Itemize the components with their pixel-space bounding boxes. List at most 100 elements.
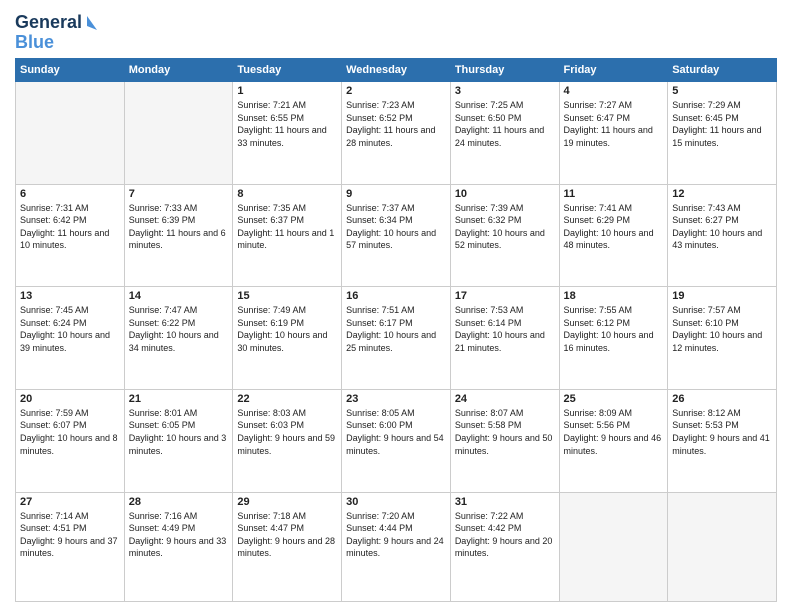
cell-info: Sunrise: 7:45 AM Sunset: 6:24 PM Dayligh…	[20, 304, 120, 354]
cell-info: Sunrise: 8:03 AM Sunset: 6:03 PM Dayligh…	[237, 407, 337, 457]
calendar-cell: 17 Sunrise: 7:53 AM Sunset: 6:14 PM Dayli…	[450, 287, 559, 390]
calendar-cell: 29 Sunrise: 7:18 AM Sunset: 4:47 PM Dayli…	[233, 492, 342, 602]
calendar-table: SundayMondayTuesdayWednesdayThursdayFrid…	[15, 58, 777, 602]
calendar-week-5: 27 Sunrise: 7:14 AM Sunset: 4:51 PM Dayli…	[16, 492, 777, 602]
cell-info: Sunrise: 7:49 AM Sunset: 6:19 PM Dayligh…	[237, 304, 337, 354]
day-number: 11	[564, 188, 664, 200]
calendar-cell: 10 Sunrise: 7:39 AM Sunset: 6:32 PM Dayli…	[450, 184, 559, 287]
day-number: 25	[564, 393, 664, 405]
cell-info: Sunrise: 7:39 AM Sunset: 6:32 PM Dayligh…	[455, 202, 555, 252]
day-number: 1	[237, 85, 337, 97]
day-number: 22	[237, 393, 337, 405]
day-number: 13	[20, 290, 120, 302]
calendar-cell: 18 Sunrise: 7:55 AM Sunset: 6:12 PM Dayli…	[559, 287, 668, 390]
day-number: 29	[237, 496, 337, 508]
calendar-cell: 22 Sunrise: 8:03 AM Sunset: 6:03 PM Dayli…	[233, 389, 342, 492]
cell-info: Sunrise: 7:14 AM Sunset: 4:51 PM Dayligh…	[20, 510, 120, 560]
day-number: 6	[20, 188, 120, 200]
cell-info: Sunrise: 7:27 AM Sunset: 6:47 PM Dayligh…	[564, 99, 664, 149]
day-number: 24	[455, 393, 555, 405]
cell-info: Sunrise: 8:09 AM Sunset: 5:56 PM Dayligh…	[564, 407, 664, 457]
cell-info: Sunrise: 8:01 AM Sunset: 6:05 PM Dayligh…	[129, 407, 229, 457]
cell-info: Sunrise: 7:43 AM Sunset: 6:27 PM Dayligh…	[672, 202, 772, 252]
calendar-week-3: 13 Sunrise: 7:45 AM Sunset: 6:24 PM Dayli…	[16, 287, 777, 390]
calendar-cell: 6 Sunrise: 7:31 AM Sunset: 6:42 PM Daylig…	[16, 184, 125, 287]
day-number: 18	[564, 290, 664, 302]
day-number: 27	[20, 496, 120, 508]
cell-info: Sunrise: 7:18 AM Sunset: 4:47 PM Dayligh…	[237, 510, 337, 560]
cell-info: Sunrise: 7:47 AM Sunset: 6:22 PM Dayligh…	[129, 304, 229, 354]
cell-info: Sunrise: 7:33 AM Sunset: 6:39 PM Dayligh…	[129, 202, 229, 252]
cell-info: Sunrise: 7:31 AM Sunset: 6:42 PM Dayligh…	[20, 202, 120, 252]
cell-info: Sunrise: 7:22 AM Sunset: 4:42 PM Dayligh…	[455, 510, 555, 560]
day-number: 17	[455, 290, 555, 302]
calendar-cell: 23 Sunrise: 8:05 AM Sunset: 6:00 PM Dayli…	[342, 389, 451, 492]
calendar-cell: 20Sunrise: 7:59 AM Sunset: 6:07 PM Dayli…	[16, 389, 125, 492]
day-number: 7	[129, 188, 229, 200]
cell-info: Sunrise: 7:23 AM Sunset: 6:52 PM Dayligh…	[346, 99, 446, 149]
day-number: 20	[20, 393, 120, 405]
weekday-header-saturday: Saturday	[668, 59, 777, 82]
weekday-header-monday: Monday	[124, 59, 233, 82]
cell-info: Sunrise: 8:07 AM Sunset: 5:58 PM Dayligh…	[455, 407, 555, 457]
cell-info: Sunrise: 8:05 AM Sunset: 6:00 PM Dayligh…	[346, 407, 446, 457]
calendar-cell: 24 Sunrise: 8:07 AM Sunset: 5:58 PM Dayli…	[450, 389, 559, 492]
cell-info: Sunrise: 7:25 AM Sunset: 6:50 PM Dayligh…	[455, 99, 555, 149]
calendar-cell: 2Sunrise: 7:23 AM Sunset: 6:52 PM Daylig…	[342, 82, 451, 185]
calendar-cell	[668, 492, 777, 602]
calendar-cell: 26Sunrise: 8:12 AM Sunset: 5:53 PM Dayli…	[668, 389, 777, 492]
cell-info: Sunrise: 7:57 AM Sunset: 6:10 PM Dayligh…	[672, 304, 772, 354]
day-number: 21	[129, 393, 229, 405]
cell-info: Sunrise: 7:21 AM Sunset: 6:55 PM Dayligh…	[237, 99, 337, 149]
calendar-cell: 27 Sunrise: 7:14 AM Sunset: 4:51 PM Dayli…	[16, 492, 125, 602]
calendar-cell: 21 Sunrise: 8:01 AM Sunset: 6:05 PM Dayli…	[124, 389, 233, 492]
calendar-week-4: 20Sunrise: 7:59 AM Sunset: 6:07 PM Dayli…	[16, 389, 777, 492]
cell-info: Sunrise: 7:51 AM Sunset: 6:17 PM Dayligh…	[346, 304, 446, 354]
calendar-cell	[16, 82, 125, 185]
weekday-header-sunday: Sunday	[16, 59, 125, 82]
day-number: 23	[346, 393, 446, 405]
day-number: 10	[455, 188, 555, 200]
calendar-cell: 7 Sunrise: 7:33 AM Sunset: 6:39 PM Daylig…	[124, 184, 233, 287]
cell-info: Sunrise: 7:16 AM Sunset: 4:49 PM Dayligh…	[129, 510, 229, 560]
svg-text:General: General	[15, 12, 82, 32]
calendar-cell: 14Sunrise: 7:47 AM Sunset: 6:22 PM Dayli…	[124, 287, 233, 390]
cell-info: Sunrise: 7:29 AM Sunset: 6:45 PM Dayligh…	[672, 99, 772, 149]
calendar-cell: 16 Sunrise: 7:51 AM Sunset: 6:17 PM Dayli…	[342, 287, 451, 390]
cell-info: Sunrise: 7:53 AM Sunset: 6:14 PM Dayligh…	[455, 304, 555, 354]
weekday-header-wednesday: Wednesday	[342, 59, 451, 82]
day-number: 31	[455, 496, 555, 508]
weekday-header-row: SundayMondayTuesdayWednesdayThursdayFrid…	[16, 59, 777, 82]
calendar-cell: 19 Sunrise: 7:57 AM Sunset: 6:10 PM Dayli…	[668, 287, 777, 390]
day-number: 28	[129, 496, 229, 508]
calendar-cell: 3 Sunrise: 7:25 AM Sunset: 6:50 PM Daylig…	[450, 82, 559, 185]
calendar-cell: 28 Sunrise: 7:16 AM Sunset: 4:49 PM Dayli…	[124, 492, 233, 602]
cell-info: Sunrise: 7:20 AM Sunset: 4:44 PM Dayligh…	[346, 510, 446, 560]
calendar-week-1: 1 Sunrise: 7:21 AM Sunset: 6:55 PM Daylig…	[16, 82, 777, 185]
logo: GeneralBlue	[15, 10, 105, 52]
svg-text:Blue: Blue	[15, 32, 54, 52]
cell-info: Sunrise: 7:55 AM Sunset: 6:12 PM Dayligh…	[564, 304, 664, 354]
calendar-week-2: 6 Sunrise: 7:31 AM Sunset: 6:42 PM Daylig…	[16, 184, 777, 287]
weekday-header-thursday: Thursday	[450, 59, 559, 82]
day-number: 16	[346, 290, 446, 302]
calendar-page: GeneralBlue SundayMondayTuesdayWednesday…	[0, 0, 792, 612]
weekday-header-tuesday: Tuesday	[233, 59, 342, 82]
cell-info: Sunrise: 7:35 AM Sunset: 6:37 PM Dayligh…	[237, 202, 337, 252]
day-number: 30	[346, 496, 446, 508]
day-number: 12	[672, 188, 772, 200]
calendar-cell: 15 Sunrise: 7:49 AM Sunset: 6:19 PM Dayli…	[233, 287, 342, 390]
calendar-cell	[124, 82, 233, 185]
calendar-cell: 8 Sunrise: 7:35 AM Sunset: 6:37 PM Daylig…	[233, 184, 342, 287]
day-number: 15	[237, 290, 337, 302]
cell-info: Sunrise: 7:41 AM Sunset: 6:29 PM Dayligh…	[564, 202, 664, 252]
cell-info: Sunrise: 7:37 AM Sunset: 6:34 PM Dayligh…	[346, 202, 446, 252]
page-header: GeneralBlue	[15, 10, 777, 52]
calendar-cell: 13 Sunrise: 7:45 AM Sunset: 6:24 PM Dayli…	[16, 287, 125, 390]
day-number: 3	[455, 85, 555, 97]
day-number: 19	[672, 290, 772, 302]
cell-info: Sunrise: 8:12 AM Sunset: 5:53 PM Dayligh…	[672, 407, 772, 457]
day-number: 8	[237, 188, 337, 200]
calendar-cell: 9Sunrise: 7:37 AM Sunset: 6:34 PM Daylig…	[342, 184, 451, 287]
calendar-cell: 5Sunrise: 7:29 AM Sunset: 6:45 PM Daylig…	[668, 82, 777, 185]
